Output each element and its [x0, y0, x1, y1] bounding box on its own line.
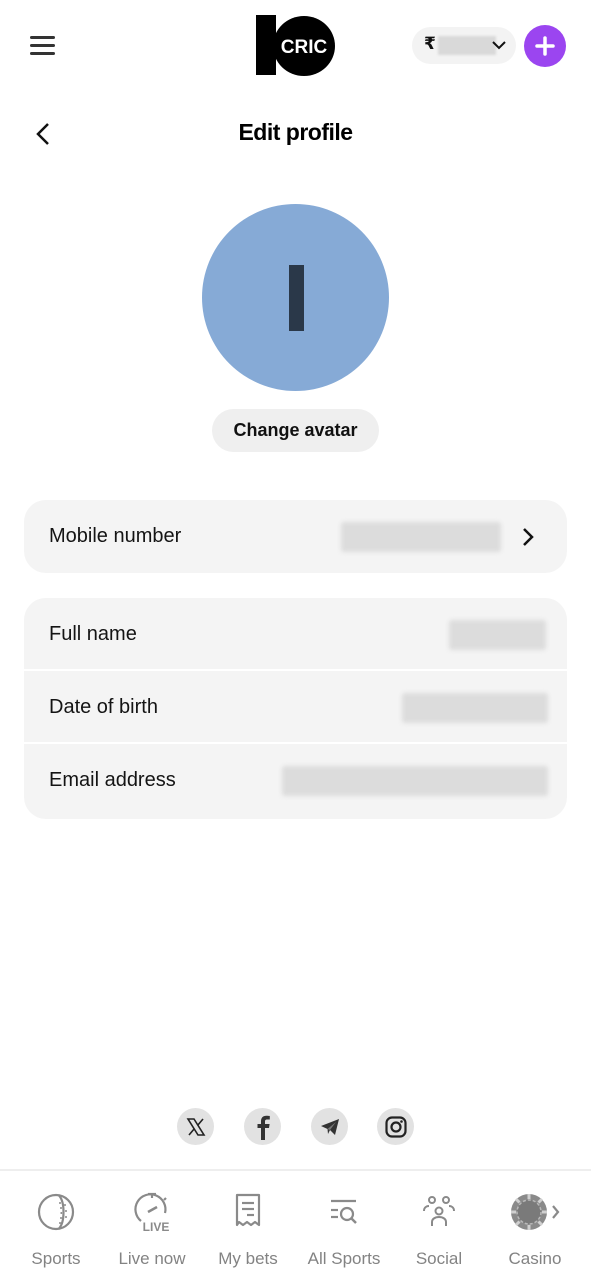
mobile-number-label: Mobile number	[49, 525, 182, 547]
full-name-label: Full name	[49, 623, 137, 645]
email-address-value-redacted	[282, 766, 548, 796]
x-icon	[186, 1117, 205, 1136]
instagram-link[interactable]	[377, 1108, 414, 1145]
live-stopwatch-icon: LIVE	[104, 1191, 200, 1233]
nav-label: Social	[415, 1249, 463, 1268]
chevron-right-icon	[552, 1205, 560, 1219]
nav-item-social[interactable]: Social	[391, 1191, 487, 1271]
mobile-number-row[interactable]: Mobile number	[24, 500, 567, 573]
deposit-button[interactable]	[524, 25, 566, 67]
facebook-icon	[257, 1115, 270, 1140]
nav-item-live-now[interactable]: LIVE Live now	[104, 1191, 200, 1271]
profile-details-card: Full name Date of birth Email address	[24, 598, 567, 819]
chevron-down-icon	[491, 37, 507, 58]
bottom-navigation: Sports LIVE Live now My bets All Sports …	[0, 1169, 591, 1280]
plus-icon	[535, 36, 555, 56]
people-icon	[391, 1191, 487, 1233]
app-header: CRIC ₹	[0, 0, 591, 92]
casino-chip-icon	[487, 1191, 583, 1233]
mobile-number-value-redacted	[341, 522, 501, 552]
chevron-right-icon	[520, 525, 536, 554]
nav-label: Casino	[508, 1249, 562, 1268]
avatar-initial-glyph	[289, 265, 304, 331]
instagram-icon	[384, 1115, 407, 1138]
menu-icon[interactable]	[30, 36, 55, 56]
date-of-birth-label: Date of birth	[49, 696, 158, 718]
svg-text:LIVE: LIVE	[143, 1220, 170, 1233]
nav-label: My bets	[218, 1249, 278, 1268]
cricket-ball-icon	[8, 1191, 104, 1233]
full-name-value-redacted	[449, 620, 546, 650]
logo[interactable]: CRIC	[256, 15, 336, 77]
full-name-row[interactable]: Full name	[24, 598, 567, 671]
email-address-row[interactable]: Email address	[24, 744, 567, 817]
balance-dropdown[interactable]: ₹	[412, 27, 516, 64]
receipt-icon	[200, 1191, 296, 1233]
avatar	[202, 204, 389, 391]
date-of-birth-row[interactable]: Date of birth	[24, 671, 567, 744]
nav-label: Live now	[118, 1249, 186, 1268]
nav-label: All Sports	[307, 1249, 381, 1268]
nav-item-sports[interactable]: Sports	[8, 1191, 104, 1271]
page-title: Edit profile	[238, 119, 353, 145]
x-link[interactable]	[177, 1108, 214, 1145]
email-address-label: Email address	[49, 769, 176, 791]
nav-item-my-bets[interactable]: My bets	[200, 1191, 296, 1271]
nav-item-all-sports[interactable]: All Sports	[296, 1191, 392, 1271]
nav-item-casino[interactable]: Casino	[487, 1191, 583, 1271]
nav-label: Sports	[31, 1249, 81, 1268]
balance-value-redacted	[438, 36, 496, 55]
telegram-icon	[320, 1118, 339, 1135]
date-of-birth-value-redacted	[402, 693, 548, 723]
social-links	[0, 1108, 591, 1146]
facebook-link[interactable]	[244, 1108, 281, 1145]
page-topbar: Edit profile	[0, 104, 591, 164]
list-search-icon	[296, 1191, 392, 1233]
logo-text: CRIC	[281, 37, 328, 58]
telegram-link[interactable]	[311, 1108, 348, 1145]
currency-symbol: ₹	[424, 34, 436, 53]
change-avatar-button[interactable]: Change avatar	[212, 409, 379, 452]
